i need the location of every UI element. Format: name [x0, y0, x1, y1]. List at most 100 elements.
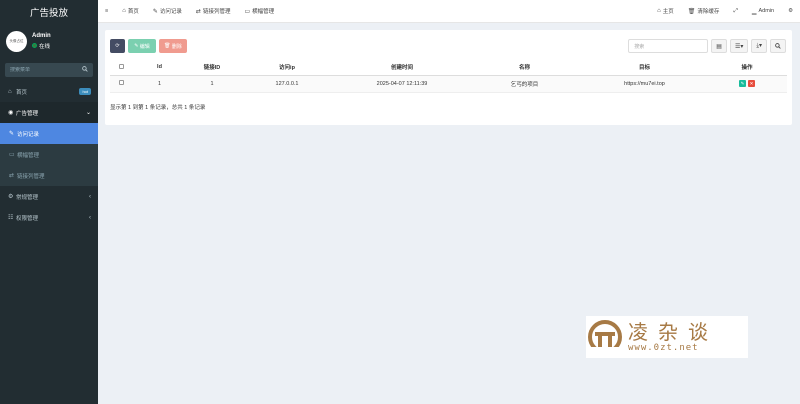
- tab-links[interactable]: ⇄ 链接列管理: [189, 0, 238, 23]
- admin-menu[interactable]: ▁ Admin: [745, 0, 781, 23]
- sidebar-item-label: 链接列管理: [17, 173, 45, 180]
- select-all-checkbox[interactable]: [118, 63, 124, 69]
- pencil-icon: ✎: [134, 43, 139, 49]
- tab-banners[interactable]: ▭ 横幅管理: [237, 0, 281, 23]
- chevron-left-icon: ‹: [89, 214, 91, 221]
- trash-icon: 🗑: [164, 43, 171, 49]
- col-link-id[interactable]: 链接ID: [187, 60, 237, 76]
- sidebar-item-label: 首页: [16, 89, 28, 96]
- chevron-down-icon: ⌄: [85, 110, 91, 116]
- pencil-icon: ✎: [9, 131, 15, 137]
- chevron-left-icon: ‹: [89, 193, 91, 200]
- toolbar: ⟳ ✎ 编辑 🗑 删除: [110, 39, 187, 53]
- fullscreen-button[interactable]: ⤢: [726, 0, 744, 23]
- admin-label: Admin: [758, 8, 775, 14]
- row-select[interactable]: [110, 75, 132, 93]
- row-checkbox[interactable]: [118, 80, 124, 85]
- row-edit-button[interactable]: ✎: [739, 80, 746, 87]
- tab-home[interactable]: ⌂ 首页: [115, 0, 146, 23]
- watermark-logo-icon: [586, 318, 624, 356]
- sidebar-item-label: 访问记录: [17, 131, 40, 138]
- users-icon: ☷: [8, 215, 14, 221]
- advanced-search-button[interactable]: [770, 39, 786, 53]
- avatar: 头像占位: [6, 30, 27, 52]
- gear-icon[interactable]: ⚙: [788, 8, 793, 14]
- cell-id: 1: [132, 75, 187, 93]
- watermark-title: 凌杂谈: [628, 320, 718, 344]
- menu-toggle[interactable]: ≡: [98, 0, 115, 23]
- list-icon: ☰▾: [734, 43, 744, 50]
- edit-button[interactable]: ✎ 编辑: [128, 39, 156, 53]
- search-icon[interactable]: [82, 66, 88, 74]
- table-header-row: Id 链接ID 访问ip 创建时间 名称 目标 操作: [110, 60, 787, 76]
- cell-actions: ✎ ✕: [707, 75, 787, 93]
- watermark-url: www.0zt.net: [628, 343, 699, 353]
- sidebar-item-visits[interactable]: ✎ 访问记录: [0, 123, 98, 144]
- tab-label: 链接列管理: [202, 9, 231, 15]
- cell-created: 2025-04-07 12:11:39: [337, 75, 467, 93]
- tab-visits[interactable]: ✎ 访问记录: [146, 0, 189, 23]
- cell-link-id: 1: [187, 75, 237, 93]
- avatar-text: 头像占位: [9, 38, 24, 43]
- settings-button[interactable]: ⚙: [781, 0, 800, 23]
- sidebar-search[interactable]: [5, 63, 93, 77]
- sidebar-item-general[interactable]: ⚙ 常规管理 ‹: [0, 186, 98, 207]
- col-created[interactable]: 创建时间: [337, 60, 467, 76]
- cell-target: https://mu7ei.top: [582, 75, 707, 93]
- sidebar-item-ads[interactable]: ◉ 广告管理 ⌄: [0, 102, 98, 123]
- search-icon: [775, 43, 781, 49]
- export-icon: ⤓▾: [756, 43, 762, 49]
- cell-ip: 127.0.0.1: [237, 75, 337, 93]
- expand-icon[interactable]: ⤢: [733, 8, 737, 15]
- export-button[interactable]: ⤓▾: [751, 39, 767, 53]
- col-ip[interactable]: 访问ip: [237, 60, 337, 76]
- home-icon: ⌂: [8, 88, 12, 95]
- banner-icon: ▭: [244, 8, 251, 15]
- sidebar-search-input[interactable]: [10, 67, 75, 73]
- table-tools: 搜索 ▤ ☰▾ ⤓▾: [628, 39, 786, 53]
- tab-label: 首页: [127, 9, 139, 15]
- col-target[interactable]: 目标: [582, 60, 707, 76]
- col-name[interactable]: 名称: [467, 60, 582, 76]
- sidebar-item-banners[interactable]: ▭ 横幅管理: [0, 144, 98, 165]
- delete-button[interactable]: 🗑 删除: [159, 39, 187, 53]
- trash-icon: 🗑: [687, 8, 696, 15]
- pagination-summary: 显示第 1 到第 1 条记录，总共 1 条记录: [110, 105, 206, 111]
- pencil-icon: ✎: [152, 8, 158, 15]
- sidebar-item-home[interactable]: ⌂ 首页 hot: [0, 81, 98, 102]
- refresh-icon: ⟳: [115, 43, 120, 49]
- cogs-icon: ⚙: [8, 194, 14, 200]
- sidebar-item-links[interactable]: ⇄ 链接列管理: [0, 165, 98, 186]
- select-all-header[interactable]: [110, 60, 132, 76]
- home-icon: ⌂: [122, 8, 126, 14]
- home-link[interactable]: ⌂ 主页: [650, 0, 681, 23]
- row-delete-button[interactable]: ✕: [748, 80, 755, 87]
- table-row[interactable]: 1 1 127.0.0.1 2025-04-07 12:11:39 乞丐的项目 …: [110, 75, 787, 93]
- edit-label: 编辑: [139, 43, 150, 50]
- link-icon: ⇄: [195, 8, 201, 15]
- sidebar-item-permissions[interactable]: ☷ 权限管理 ‹: [0, 207, 98, 228]
- clear-cache-button[interactable]: 🗑 清除缓存: [681, 0, 727, 23]
- ad-icon: ◉: [8, 110, 14, 116]
- col-id[interactable]: Id: [132, 60, 187, 76]
- link-icon: ⇄: [9, 173, 15, 179]
- cell-name: 乞丐的项目: [467, 75, 582, 93]
- table-search-input[interactable]: 搜索: [628, 39, 709, 53]
- sidebar: 广告投放 头像占位 Admin 在线 ⌂ 首页 hot ◉ 广告管理 ⌄: [0, 0, 98, 404]
- user-icon: ▁: [751, 8, 757, 15]
- user-status: 在线: [32, 42, 51, 50]
- sidebar-item-label: 横幅管理: [17, 152, 40, 159]
- sidebar-item-label: 常规管理: [16, 194, 39, 201]
- user-status-text: 在线: [39, 43, 51, 50]
- delete-label: 删除: [171, 43, 182, 50]
- col-actions: 操作: [707, 60, 787, 76]
- columns-button[interactable]: ☰▾: [729, 39, 749, 53]
- hamburger-icon[interactable]: ≡: [105, 8, 108, 14]
- refresh-button[interactable]: ⟳: [110, 39, 125, 53]
- clear-cache-label: 清除缓存: [697, 9, 720, 15]
- brand-title[interactable]: 广告投放: [0, 0, 98, 23]
- top-nav: ≡ ⌂ 首页 ✎ 访问记录 ⇄ 链接列管理 ▭ 横幅管理 ⌂ 主页 🗑 清除缓存 ⤢ ▁ Ad…: [98, 0, 800, 23]
- toggle-view-button[interactable]: ▤: [711, 39, 727, 53]
- sidebar-submenu: ✎ 访问记录 ▭ 横幅管理 ⇄ 链接列管理: [0, 123, 98, 186]
- sidebar-item-label: 广告管理: [16, 110, 39, 117]
